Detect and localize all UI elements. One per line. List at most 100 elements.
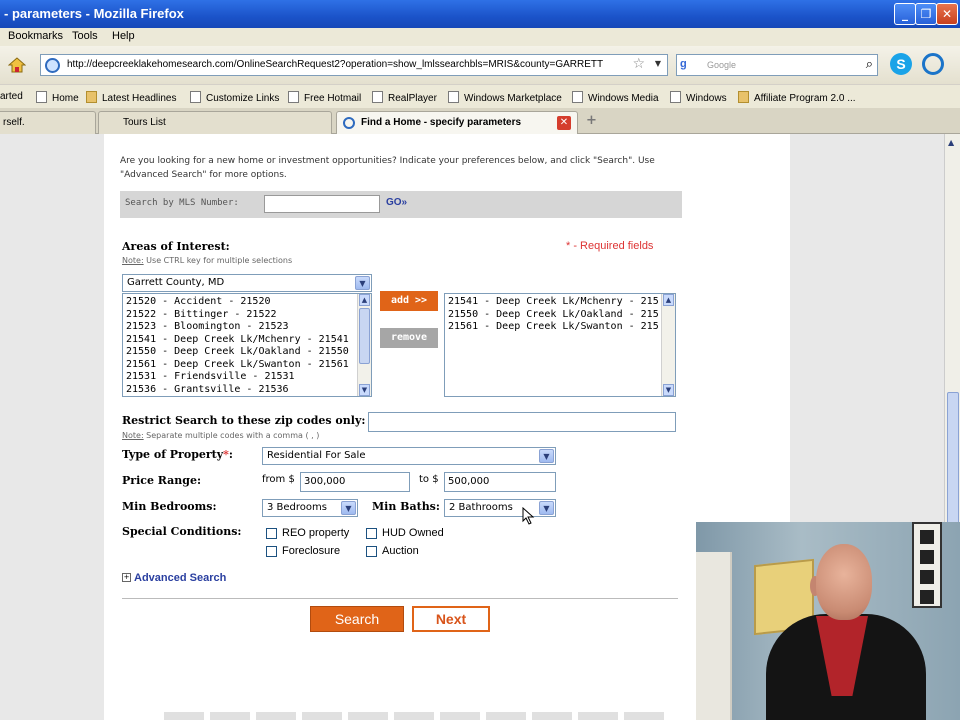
home-icon[interactable]	[8, 56, 26, 74]
hud-owned-checkbox[interactable]	[366, 528, 377, 539]
chevron-down-icon: ▼	[355, 276, 370, 290]
list-item[interactable]: 21522 - Bittinger - 21522	[126, 309, 277, 320]
advanced-search-link[interactable]: Advanced Search	[134, 572, 226, 584]
min-bedrooms-select[interactable]: 3 Bedrooms ▼	[262, 499, 358, 517]
restrict-note: Note: Separate multiple codes with a com…	[122, 431, 320, 440]
list-item[interactable]: 21550 - Deep Creek Lk/Oakland - 215	[448, 309, 659, 320]
bookmark-item[interactable]: Latest Headlines	[86, 91, 177, 104]
scroll-down-icon[interactable]: ▼	[663, 384, 674, 396]
page-icon	[572, 91, 583, 103]
globe-icon	[343, 117, 355, 129]
areas-note: Note: Use CTRL key for multiple selectio…	[122, 256, 293, 265]
page-icon	[36, 91, 47, 103]
scroll-down-icon[interactable]: ▼	[359, 384, 370, 396]
window-titlebar: - parameters - Mozilla Firefox _ ❐ ✕	[0, 0, 960, 28]
min-baths-label: Min Baths:	[372, 500, 440, 513]
remove-zip-button[interactable]: remove	[380, 328, 438, 348]
scroll-up-icon[interactable]: ▲	[359, 294, 370, 306]
list-item[interactable]: 21550 - Deep Creek Lk/Oakland - 21550	[126, 346, 349, 357]
bookmark-item[interactable]: RealPlayer	[372, 91, 437, 104]
restrict-zip-label: Restrict Search to these zip codes only:	[122, 414, 366, 427]
minimize-button[interactable]: _	[894, 3, 916, 25]
expand-plus-icon[interactable]: +	[122, 573, 131, 582]
intro-text: Are you looking for a new home or invest…	[120, 156, 655, 180]
search-input[interactable]: Google	[707, 60, 736, 70]
scroll-up-icon[interactable]: ▲	[948, 138, 954, 147]
min-bedrooms-label: Min Bedrooms:	[122, 500, 217, 513]
menu-help[interactable]: Help	[112, 30, 135, 42]
list-item[interactable]: 21541 - Deep Creek Lk/Mchenry - 21541	[126, 334, 349, 345]
list-item[interactable]: 21561 - Deep Creek Lk/Swanton - 21561	[126, 359, 349, 370]
chevron-down-icon: ▼	[341, 501, 356, 515]
address-bar[interactable]: http://deepcreeklakehomesearch.com/Onlin…	[40, 54, 668, 76]
close-window-button[interactable]: ✕	[936, 3, 958, 25]
page-icon	[190, 91, 201, 103]
chevron-down-icon: ▼	[539, 501, 554, 515]
areas-of-interest-title: Areas of Interest:	[122, 240, 230, 253]
price-to-input[interactable]: 500,000	[444, 472, 556, 492]
tab-tours-list[interactable]: Tours List	[98, 111, 332, 134]
property-type-select[interactable]: Residential For Sale ▼	[262, 447, 556, 465]
required-fields-note: * - Required fields	[566, 240, 654, 252]
divider	[122, 598, 678, 599]
selected-zips-list[interactable]: 21541 - Deep Creek Lk/Mchenry - 215 2155…	[444, 293, 676, 397]
bookmark-item[interactable]: Windows	[670, 91, 727, 104]
restrict-zip-input[interactable]	[368, 412, 676, 432]
menu-tools[interactable]: Tools	[72, 30, 98, 42]
bookmark-item[interactable]: Windows Media	[572, 91, 659, 104]
list-item[interactable]: 21520 - Accident - 21520	[126, 296, 271, 307]
reo-property-checkbox[interactable]	[266, 528, 277, 539]
tab-item[interactable]: rself.	[0, 111, 96, 134]
search-button[interactable]: Search	[310, 606, 404, 632]
foreclosure-checkbox[interactable]	[266, 546, 277, 557]
new-tab-button[interactable]: +	[586, 113, 597, 128]
bookmark-item[interactable]: Affiliate Program 2.0 ...	[738, 91, 856, 104]
refresh-addon-icon[interactable]	[922, 53, 944, 75]
mouse-cursor-icon	[522, 507, 535, 525]
search-icon[interactable]: ⌕	[866, 57, 873, 72]
min-baths-select[interactable]: 2 Bathrooms ▼	[444, 499, 556, 517]
mls-number-input[interactable]	[264, 195, 380, 213]
bookmark-item[interactable]: Customize Links	[190, 91, 279, 104]
close-tab-icon[interactable]: ✕	[557, 116, 571, 130]
list-item[interactable]: 21561 - Deep Creek Lk/Swanton - 215	[448, 321, 659, 332]
auction-label: Auction	[382, 545, 419, 557]
foreclosure-label: Foreclosure	[282, 545, 341, 557]
address-input[interactable]: http://deepcreeklakehomesearch.com/Onlin…	[67, 59, 627, 70]
tab-find-a-home[interactable]: Find a Home - specify parameters ✕	[336, 111, 578, 134]
web-search-box[interactable]: g Google ⌕	[676, 54, 878, 76]
bookmark-item[interactable]: Free Hotmail	[288, 91, 361, 104]
bookmark-item[interactable]: arted	[0, 91, 23, 102]
google-icon: g	[680, 58, 687, 70]
bookmark-item[interactable]: Home	[36, 91, 79, 104]
list-item[interactable]: 21523 - Bloomington - 21523	[126, 321, 289, 332]
menu-bookmarks[interactable]: Bookmarks	[8, 30, 63, 42]
next-button[interactable]: Next	[412, 606, 490, 632]
auction-checkbox[interactable]	[366, 546, 377, 557]
bookmarks-bar: arted Home Latest Headlines Customize Li…	[0, 84, 960, 108]
list-scrollbar[interactable]: ▲ ▼	[661, 294, 675, 396]
bookmark-item[interactable]: Windows Marketplace	[448, 91, 562, 104]
history-dropdown-icon[interactable]: ▼	[655, 59, 661, 68]
maximize-button[interactable]: ❐	[915, 3, 937, 25]
wall-photos-image	[912, 522, 942, 608]
county-select[interactable]: Garrett County, MD ▼	[122, 274, 372, 292]
reo-property-label: REO property	[282, 527, 350, 539]
list-item[interactable]: 21541 - Deep Creek Lk/Mchenry - 215	[448, 296, 659, 307]
scroll-thumb[interactable]	[359, 308, 370, 364]
add-zip-button[interactable]: add >>	[380, 291, 438, 311]
price-from-input[interactable]: 300,000	[300, 472, 410, 492]
scroll-up-icon[interactable]: ▲	[663, 294, 674, 306]
mls-search-bar: Search by MLS Number: GO»	[120, 191, 682, 218]
go-button[interactable]: GO»	[386, 197, 407, 208]
list-scrollbar[interactable]: ▲ ▼	[357, 294, 371, 396]
list-item[interactable]: 21531 - Friendsville - 21531	[126, 371, 295, 382]
price-from-label: from $	[262, 474, 295, 485]
bookmark-star-icon[interactable]: ☆	[632, 56, 645, 72]
list-item[interactable]: 21536 - Grantsville - 21536	[126, 384, 289, 395]
folder-icon	[86, 91, 97, 103]
available-zips-list[interactable]: 21520 - Accident - 21520 21522 - Bitting…	[122, 293, 372, 397]
menu-bar: Bookmarks Tools Help	[0, 28, 960, 46]
skype-icon[interactable]: S	[890, 53, 912, 75]
footer-links-faded	[164, 712, 664, 720]
